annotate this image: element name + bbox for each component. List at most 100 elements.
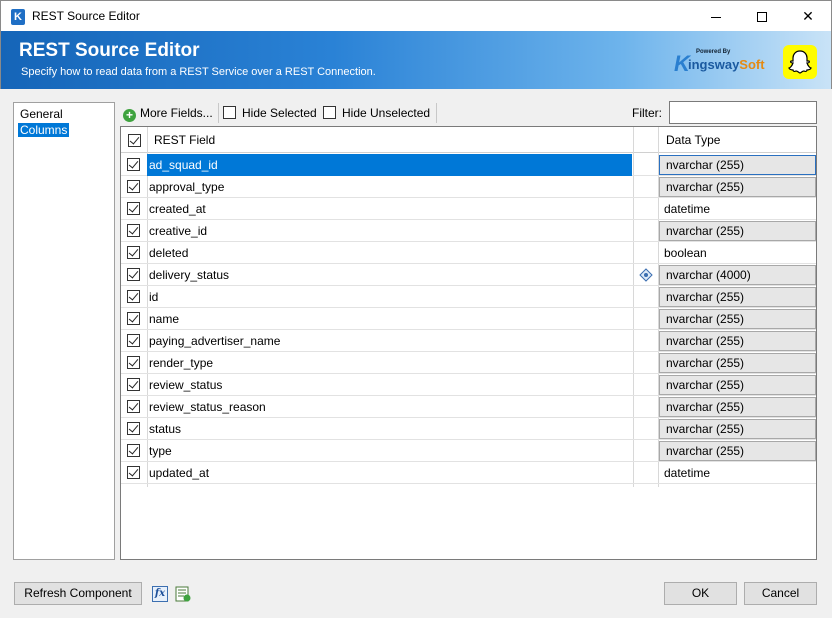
data-type-cell[interactable]: nvarchar (255) — [659, 177, 816, 197]
rest-field-cell[interactable]: approval_type — [149, 176, 224, 198]
table-row[interactable]: render_type nvarchar (255) — [121, 352, 816, 374]
data-type-cell[interactable]: datetime — [659, 463, 816, 483]
nav-item-general[interactable]: General — [18, 107, 65, 121]
rest-field-cell[interactable]: created_at — [149, 198, 206, 220]
expression-fx-icon[interactable]: fx — [152, 586, 168, 602]
row-checkbox[interactable] — [127, 400, 140, 413]
table-row[interactable]: review_status nvarchar (255) — [121, 374, 816, 396]
data-type-cell[interactable]: nvarchar (255) — [659, 331, 816, 351]
nav-item-columns[interactable]: Columns — [18, 123, 70, 137]
close-button[interactable]: ✕ — [785, 1, 831, 31]
cancel-button[interactable]: Cancel — [744, 582, 817, 605]
header-banner: REST Source Editor Specify how to read d… — [0, 31, 832, 89]
row-checkbox[interactable] — [127, 334, 140, 347]
row-checkbox[interactable] — [127, 246, 140, 259]
table-row[interactable]: type nvarchar (255) — [121, 440, 816, 462]
rest-field-cell[interactable]: type — [149, 440, 172, 462]
hide-unselected-checkbox[interactable]: Hide Unselected — [323, 105, 430, 121]
hide-unselected-label: Hide Unselected — [342, 106, 431, 120]
data-type-cell[interactable]: nvarchar (255) — [659, 287, 816, 307]
table-row[interactable]: status nvarchar (255) — [121, 418, 816, 440]
table-row[interactable]: delivery_status nvarchar (4000) — [121, 264, 816, 286]
table-row[interactable]: review_status_reason nvarchar (255) — [121, 396, 816, 418]
variables-list-icon[interactable] — [175, 586, 191, 602]
kingswaysoft-app-icon: K — [11, 9, 25, 25]
window-title: REST Source Editor — [32, 9, 140, 23]
maximize-icon — [757, 12, 767, 23]
rest-field-cell[interactable]: creative_id — [149, 220, 207, 242]
header-rest-field[interactable]: REST Field — [154, 127, 215, 153]
row-checkbox[interactable] — [127, 466, 140, 479]
kingswaysoft-logo: Powered By K ingswaySoft — [674, 49, 765, 77]
rest-field-cell[interactable]: paying_advertiser_name — [149, 330, 280, 352]
data-type-cell[interactable]: nvarchar (255) — [659, 375, 816, 395]
data-type-cell[interactable]: nvarchar (4000) — [659, 265, 816, 285]
row-checkbox[interactable] — [127, 444, 140, 457]
snapchat-ghost-icon — [783, 45, 817, 79]
data-type-cell[interactable]: nvarchar (255) — [659, 221, 816, 241]
rest-field-cell[interactable]: status — [149, 418, 181, 440]
data-type-cell[interactable]: nvarchar (255) — [659, 353, 816, 373]
row-checkbox[interactable] — [127, 224, 140, 237]
rest-field-cell[interactable]: render_type — [149, 352, 213, 374]
minimize-icon — [711, 16, 721, 18]
filter-input[interactable] — [669, 101, 817, 124]
checkbox-box — [223, 106, 236, 119]
logo-powered-by: Powered By — [696, 49, 731, 55]
table-row[interactable]: created_at datetime — [121, 198, 816, 220]
table-row[interactable]: deleted boolean — [121, 242, 816, 264]
table-row[interactable]: updated_at datetime — [121, 462, 816, 484]
row-checkbox[interactable] — [127, 290, 140, 303]
row-checkbox[interactable] — [127, 268, 140, 281]
table-row[interactable]: ad_squad_id nvarchar (255) — [121, 154, 816, 176]
rest-field-cell[interactable]: review_status — [149, 374, 222, 396]
table-row[interactable]: approval_type nvarchar (255) — [121, 176, 816, 198]
table-row[interactable]: name nvarchar (255) — [121, 308, 816, 330]
table-row[interactable]: paying_advertiser_name nvarchar (255) — [121, 330, 816, 352]
rest-field-cell[interactable]: updated_at — [149, 462, 209, 484]
editor-nav-list: General Columns — [13, 102, 115, 560]
ok-button[interactable]: OK — [664, 582, 737, 605]
hide-selected-checkbox[interactable]: Hide Selected — [223, 105, 317, 121]
data-type-cell[interactable]: nvarchar (255) — [659, 441, 816, 461]
row-checkbox[interactable] — [127, 180, 140, 193]
more-fields-button[interactable]: + More Fields... — [123, 105, 213, 122]
data-type-cell[interactable]: nvarchar (255) — [659, 309, 816, 329]
rest-field-cell[interactable]: id — [149, 286, 158, 308]
row-checkbox[interactable] — [127, 158, 140, 171]
close-icon: ✕ — [802, 8, 814, 24]
refresh-component-button[interactable]: Refresh Component — [14, 582, 142, 605]
row-checkbox[interactable] — [127, 202, 140, 215]
select-all-checkbox[interactable] — [128, 134, 141, 147]
data-type-cell[interactable]: boolean — [659, 243, 816, 263]
hide-selected-label: Hide Selected — [242, 106, 317, 120]
field-note-icon[interactable] — [639, 268, 653, 282]
data-type-cell[interactable]: nvarchar (255) — [659, 397, 816, 417]
header-data-type[interactable]: Data Type — [666, 127, 720, 153]
minimize-button[interactable] — [693, 1, 739, 31]
data-type-cell[interactable]: datetime — [659, 199, 816, 219]
toolbar-separator — [218, 103, 219, 123]
rest-field-cell[interactable]: name — [149, 308, 179, 330]
title-bar: K REST Source Editor ✕ — [0, 0, 832, 31]
row-checkbox[interactable] — [127, 356, 140, 369]
toolbar-separator — [436, 103, 437, 123]
logo-wordmark-b: Soft — [739, 57, 765, 72]
grid-header: REST Field Data Type — [121, 127, 816, 153]
row-checkbox[interactable] — [127, 378, 140, 391]
rest-field-cell[interactable]: review_status_reason — [149, 396, 266, 418]
data-type-cell[interactable]: nvarchar (255) — [659, 155, 816, 175]
maximize-button[interactable] — [739, 1, 785, 31]
rest-field-cell[interactable]: delivery_status — [149, 264, 229, 286]
add-icon: + — [123, 109, 136, 122]
table-row[interactable]: creative_id nvarchar (255) — [121, 220, 816, 242]
table-row[interactable]: id nvarchar (255) — [121, 286, 816, 308]
data-type-cell[interactable]: nvarchar (255) — [659, 419, 816, 439]
filter-label: Filter: — [632, 106, 662, 120]
row-checkbox[interactable] — [127, 422, 140, 435]
banner-subtitle: Specify how to read data from a REST Ser… — [21, 66, 376, 78]
logo-wordmark: ingswaySoft — [688, 57, 765, 72]
row-checkbox[interactable] — [127, 312, 140, 325]
rest-field-cell[interactable]: ad_squad_id — [147, 154, 632, 176]
rest-field-cell[interactable]: deleted — [149, 242, 188, 264]
